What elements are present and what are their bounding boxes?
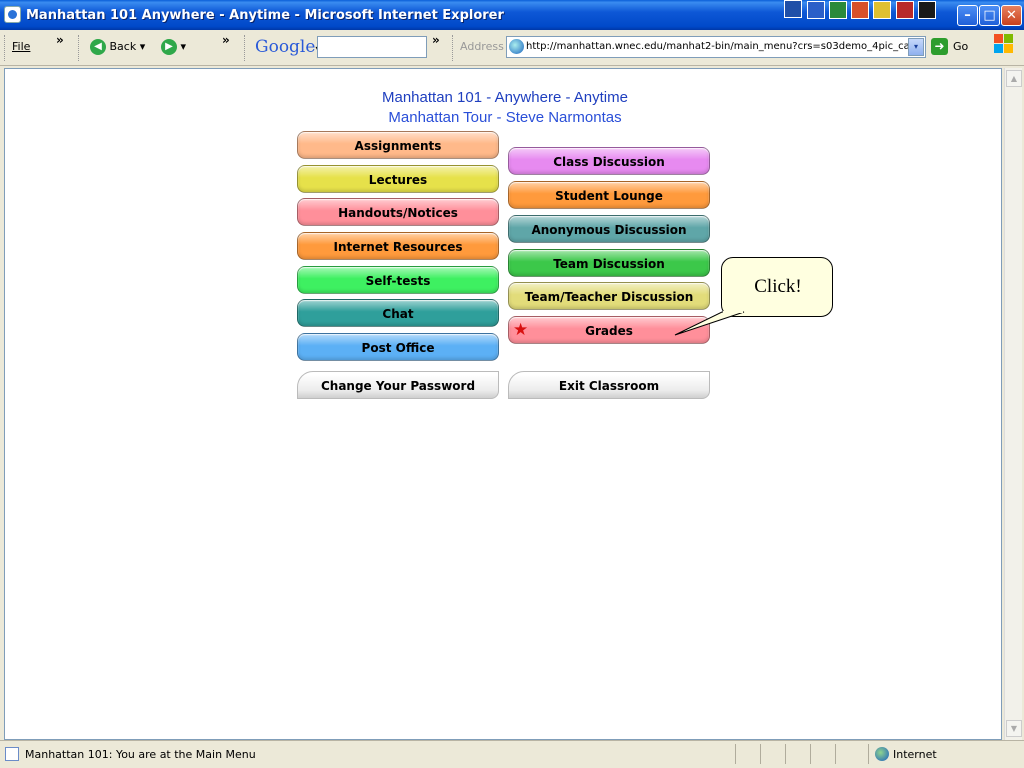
address-label: Address — [460, 40, 504, 53]
scroll-down-icon[interactable]: ▼ — [1006, 720, 1022, 737]
internet-zone-icon — [875, 747, 889, 761]
menu-button-lectures[interactable]: Lectures — [297, 165, 499, 193]
taskbar-app-icon[interactable] — [784, 0, 802, 18]
minimize-button[interactable]: – — [957, 5, 978, 26]
status-separator — [868, 744, 869, 764]
ie-page-icon — [509, 39, 524, 54]
toolbar-grip[interactable] — [452, 35, 455, 61]
desktop-icon[interactable] — [918, 1, 936, 19]
page-subtitle: Manhattan Tour - Steve Narmontas — [388, 109, 622, 126]
menu-chevron[interactable]: » — [56, 33, 64, 47]
status-separator — [735, 744, 736, 764]
maximize-button[interactable]: □ — [979, 5, 1000, 26]
back-button[interactable]: ◀ Back ▾ — [90, 39, 145, 55]
menu-button-class-discussion[interactable]: Class Discussion — [508, 147, 710, 175]
page-title: Manhattan 101 - Anywhere - Anytime — [382, 89, 628, 106]
status-text: Manhattan 101: You are at the Main Menu — [25, 748, 256, 761]
menu-button-student-lounge[interactable]: Student Lounge — [508, 181, 710, 209]
menu-button-chat[interactable]: Chat — [297, 299, 499, 327]
toolbar: File » ◀ Back ▾ ▶ ▾ » Google▾ » Address … — [0, 30, 1024, 66]
grades-label: Grades — [585, 324, 633, 338]
title-bar[interactable]: Manhattan 101 Anywhere - Anytime - Micro… — [0, 0, 1024, 30]
security-zone-label: Internet — [893, 748, 937, 761]
toolbar-grip[interactable] — [78, 35, 81, 61]
access-icon[interactable] — [896, 1, 914, 19]
back-label: Back — [109, 40, 137, 53]
page-content: Manhattan 101 - Anywhere - Anytime Manha… — [4, 68, 1002, 740]
status-separator — [760, 744, 761, 764]
callout-text: Click! — [754, 276, 802, 297]
window-title: Manhattan 101 Anywhere - Anytime - Micro… — [26, 8, 504, 23]
address-dropdown-icon[interactable]: ▾ — [908, 38, 924, 56]
google-label: Google — [255, 37, 316, 57]
toolbar-grip[interactable] — [244, 35, 247, 61]
close-button[interactable]: ✕ — [1001, 5, 1022, 26]
google-search-input[interactable] — [317, 36, 427, 58]
address-input[interactable]: http://manhattan.wnec.edu/manhat2-bin/ma… — [506, 36, 926, 58]
exit-classroom-button[interactable]: Exit Classroom — [508, 371, 710, 399]
go-arrow-icon[interactable]: ➜ — [931, 38, 948, 55]
powerpoint-icon[interactable] — [851, 1, 869, 19]
vertical-scrollbar[interactable]: ▲ ▼ — [1004, 68, 1022, 740]
menu-button-team-discussion[interactable]: Team Discussion — [508, 249, 710, 277]
windows-logo-icon — [994, 34, 1014, 54]
scroll-up-icon[interactable]: ▲ — [1006, 70, 1022, 87]
menu-button-assignments[interactable]: Assignments — [297, 131, 499, 159]
google-chevron[interactable]: » — [432, 33, 440, 47]
excel-icon[interactable] — [829, 1, 847, 19]
go-button[interactable]: Go — [953, 40, 968, 53]
status-separator — [810, 744, 811, 764]
forward-dropdown-icon: ▾ — [180, 40, 187, 53]
browser-window: Manhattan 101 Anywhere - Anytime - Micro… — [0, 0, 1024, 768]
back-dropdown-icon: ▾ — [139, 40, 146, 53]
file-menu[interactable]: File — [12, 40, 30, 53]
toolbar-chevron[interactable]: » — [222, 33, 230, 47]
forward-arrow-icon: ▶ — [161, 39, 177, 55]
status-bar: Manhattan 101: You are at the Main Menu … — [0, 740, 1024, 768]
ie-page-icon — [4, 6, 21, 23]
status-separator — [785, 744, 786, 764]
back-arrow-icon: ◀ — [90, 39, 106, 55]
menu-button-anonymous-discussion[interactable]: Anonymous Discussion — [508, 215, 710, 243]
word-icon[interactable] — [807, 1, 825, 19]
click-callout: Click! — [721, 257, 833, 317]
status-separator — [835, 744, 836, 764]
star-icon: ★ — [513, 320, 529, 340]
menu-button-post-office[interactable]: Post Office — [297, 333, 499, 361]
forward-button[interactable]: ▶ ▾ — [161, 39, 186, 55]
page-status-icon — [5, 747, 19, 761]
menu-button-grades[interactable]: ★ Grades — [508, 316, 710, 344]
menu-button-internet-resources[interactable]: Internet Resources — [297, 232, 499, 260]
outlook-icon[interactable] — [873, 1, 891, 19]
toolbar-grip[interactable] — [4, 35, 7, 61]
change-password-button[interactable]: Change Your Password — [297, 371, 499, 399]
google-toolbar-logo[interactable]: Google▾ — [255, 37, 320, 57]
menu-button-team-teacher-discussion[interactable]: Team/Teacher Discussion — [508, 282, 710, 310]
menu-button-self-tests[interactable]: Self-tests — [297, 266, 499, 294]
menu-button-handouts[interactable]: Handouts/Notices — [297, 198, 499, 226]
